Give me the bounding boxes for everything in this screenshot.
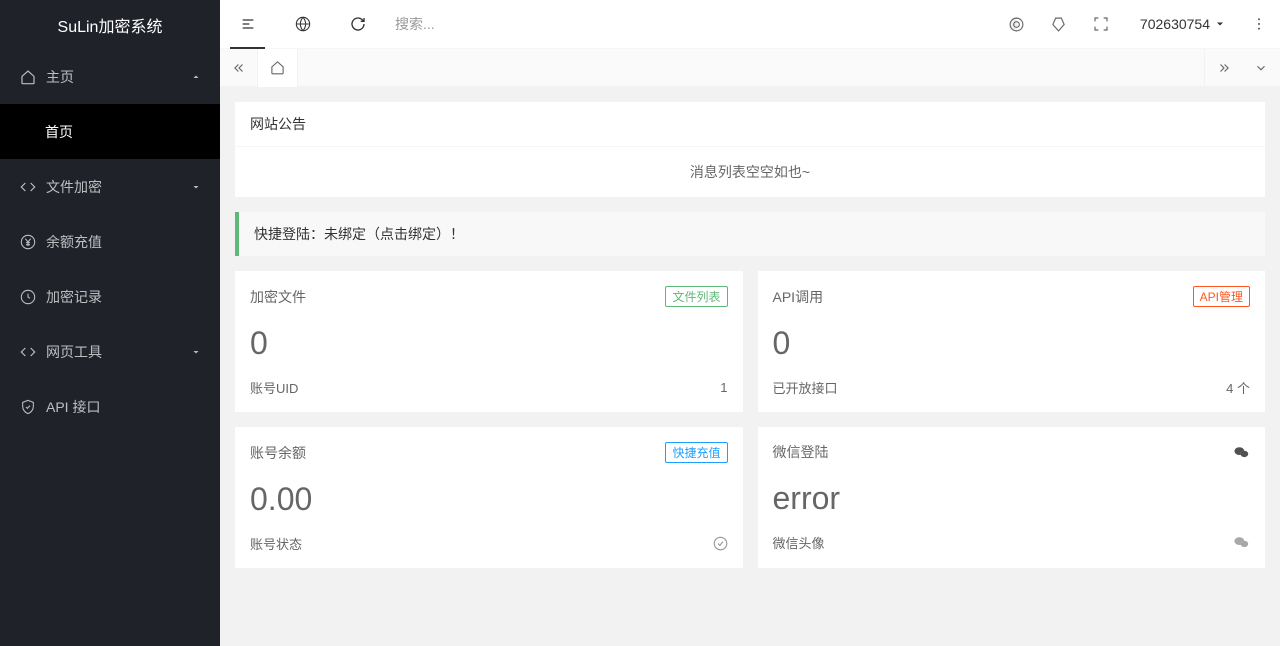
file-list-badge[interactable]: 文件列表 [665, 286, 727, 307]
footer-label: 微信头像 [773, 533, 825, 552]
footer-value: 1 [720, 380, 727, 395]
sidebar-item-home[interactable]: 主页 [0, 49, 220, 104]
main-area: 702630754 [220, 0, 1280, 646]
encrypt-files-card: 加密文件 文件列表 0 账号UID 1 [235, 271, 743, 412]
notes-button[interactable] [1038, 0, 1080, 49]
chevron-up-icon [190, 71, 202, 83]
clock-icon [20, 289, 36, 305]
sidebar-item-label: 加密记录 [46, 287, 102, 307]
sidebar-item-recharge[interactable]: 余额充值 [0, 214, 220, 269]
footer-label: 账号状态 [250, 534, 302, 553]
card-title: 账号余额 [250, 443, 306, 463]
sidebar-item-label: 余额充值 [46, 232, 102, 252]
tabs-close-button[interactable] [1242, 49, 1280, 87]
sidebar-item-webtools[interactable]: 网页工具 [0, 324, 220, 379]
announcement-title: 网站公告 [235, 102, 1265, 147]
tabs-prev-button[interactable] [220, 49, 258, 87]
user-menu[interactable]: 702630754 [1122, 16, 1238, 32]
tabs-next-button[interactable] [1204, 49, 1242, 87]
fullscreen-button[interactable] [1080, 0, 1122, 49]
api-calls-card: API调用 API管理 0 已开放接口 4 个 [758, 271, 1266, 412]
more-button[interactable] [1238, 0, 1280, 49]
search-input[interactable] [385, 16, 585, 32]
sidebar-item-label: 首页 [45, 122, 73, 142]
wechat-status: error [773, 480, 1251, 517]
quick-recharge-badge[interactable]: 快捷充值 [665, 442, 727, 463]
yen-icon [20, 234, 36, 250]
footer-value: 4 个 [1226, 378, 1250, 397]
caret-down-icon [1214, 18, 1226, 30]
announcement-card: 网站公告 消息列表空空如也~ [235, 102, 1265, 197]
footer-label: 已开放接口 [773, 378, 838, 397]
home-icon [270, 60, 285, 75]
user-name: 702630754 [1140, 16, 1210, 32]
shield-icon [20, 399, 36, 415]
header: 702630754 [220, 0, 1280, 49]
content: 网站公告 消息列表空空如也~ 快捷登陆：未绑定（点击绑定）！ 加密文件 文件列表… [220, 87, 1280, 646]
wechat-icon [1233, 444, 1250, 461]
chevron-down-icon [190, 346, 202, 358]
quicklogin-alert: 快捷登陆：未绑定（点击绑定）！ [235, 212, 1265, 256]
bind-link[interactable]: 未绑定（点击绑定）！ [324, 226, 464, 242]
wechat-card: 微信登陆 error 微信头像 [758, 427, 1266, 568]
sidebar-item-homepage[interactable]: 首页 [0, 104, 220, 159]
header-left [220, 0, 585, 49]
code-icon [20, 179, 36, 195]
tabs-bar [220, 49, 1280, 87]
announcement-empty: 消息列表空空如也~ [235, 147, 1265, 197]
card-title: API调用 [773, 287, 824, 307]
alert-prefix: 快捷登陆： [254, 226, 324, 242]
sidebar-menu: 主页 首页 文件加密 [0, 49, 220, 646]
refresh-button[interactable] [330, 0, 385, 49]
theme-button[interactable] [996, 0, 1038, 49]
sidebar-item-label: 主页 [46, 67, 74, 87]
globe-button[interactable] [275, 0, 330, 49]
card-title: 微信登陆 [773, 442, 829, 462]
sidebar-item-label: API 接口 [46, 397, 100, 417]
sidebar-item-label: 网页工具 [46, 342, 102, 362]
wechat-icon [1233, 534, 1250, 551]
stats-row-1: 加密文件 文件列表 0 账号UID 1 API调用 API管理 0 [235, 271, 1265, 412]
tab-home[interactable] [258, 49, 298, 87]
logo: SuLin加密系统 [0, 0, 220, 49]
sidebar-item-records[interactable]: 加密记录 [0, 269, 220, 324]
api-manage-badge[interactable]: API管理 [1193, 286, 1250, 307]
footer-label: 账号UID [250, 378, 298, 397]
balance-card: 账号余额 快捷充值 0.00 账号状态 [235, 427, 743, 568]
sidebar: SuLin加密系统 主页 首页 文件加密 [0, 0, 220, 646]
chevron-down-icon [190, 181, 202, 193]
sidebar-item-encrypt[interactable]: 文件加密 [0, 159, 220, 214]
sidebar-item-label: 文件加密 [46, 177, 102, 197]
code-icon [20, 344, 36, 360]
check-circle-icon [713, 536, 728, 551]
sidebar-submenu-home: 首页 [0, 104, 220, 159]
api-count: 0 [773, 325, 1251, 362]
stats-row-2: 账号余额 快捷充值 0.00 账号状态 微信登陆 [235, 427, 1265, 568]
encrypt-count: 0 [250, 325, 728, 362]
menu-toggle-button[interactable] [220, 0, 275, 49]
balance-value: 0.00 [250, 481, 728, 518]
card-title: 加密文件 [250, 287, 306, 307]
header-right: 702630754 [996, 0, 1280, 49]
home-icon [20, 69, 36, 85]
sidebar-item-api[interactable]: API 接口 [0, 379, 220, 434]
